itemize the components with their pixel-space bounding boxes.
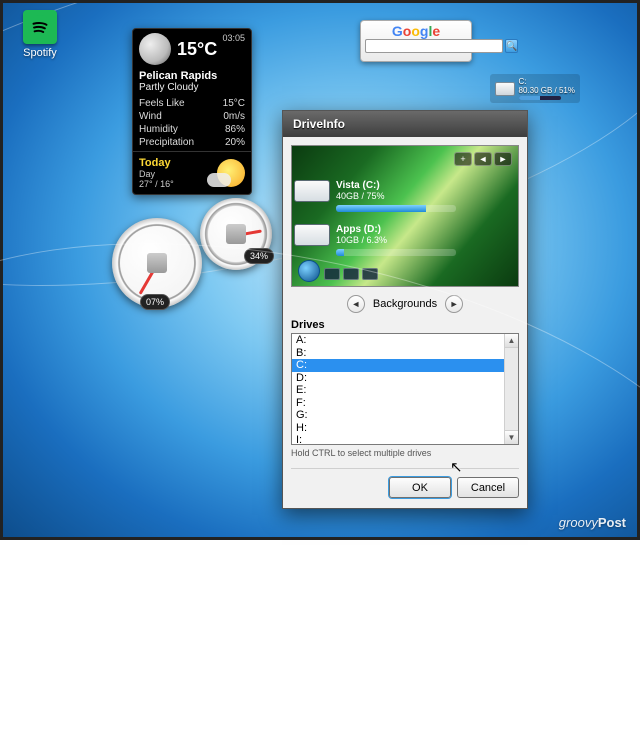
drive-list-item[interactable]: H:: [292, 422, 504, 435]
drive-list-item[interactable]: I:: [292, 434, 504, 444]
preview-drive-1: Vista (C:) 40GB / 75%: [336, 180, 456, 212]
watermark: groovyPost: [559, 515, 626, 530]
disk-icon: [294, 224, 330, 246]
background-label: Backgrounds: [373, 298, 437, 310]
drives-label: Drives: [291, 319, 519, 331]
weather-temp: 15°C: [177, 39, 217, 60]
cpu-gauge-value: 07%: [140, 294, 170, 310]
preview-add-button[interactable]: +: [454, 152, 472, 166]
cpu-gauge: 07%: [112, 218, 202, 308]
drives-listbox[interactable]: A:B:C:D:E:F:G:H:I:J: ▲ ▼: [291, 333, 519, 445]
dialog-title[interactable]: DriveInfo: [283, 111, 527, 137]
scroll-down-button[interactable]: ▼: [505, 430, 518, 444]
driveinfo-dialog: DriveInfo + ◄ ► Vista (C:) 40GB / 75% Ap…: [282, 110, 528, 509]
preview-drive-1-name: Vista (C:): [336, 180, 380, 191]
feelslike-label: Feels Like: [139, 97, 185, 110]
preview-drive-2-name: Apps (D:): [336, 224, 381, 235]
wind-value: 0m/s: [223, 110, 245, 123]
cursor-icon: ↖: [450, 458, 463, 476]
preview-drive-1-bar: [336, 205, 456, 212]
preview-drive-2-meta: 10GB / 6.3%: [336, 235, 387, 245]
preview-drive-2-bar: [336, 249, 456, 256]
moon-icon: [139, 33, 171, 65]
ram-gauge-value: 34%: [244, 248, 274, 264]
preview-drive-1-meta: 40GB / 75%: [336, 191, 385, 201]
feelslike-value: 15°C: [223, 97, 245, 110]
ok-button[interactable]: OK: [389, 477, 451, 498]
sun-icon: [217, 159, 245, 187]
google-search-button[interactable]: 🔍: [505, 39, 518, 53]
weather-location: Pelican Rapids: [133, 67, 251, 82]
precip-value: 20%: [225, 136, 245, 149]
google-logo: Google: [365, 23, 467, 39]
disk-icon: [294, 180, 330, 202]
preview-taskbar-icons: [324, 268, 378, 280]
google-search-input[interactable]: [365, 39, 503, 53]
drive-list-item[interactable]: C:: [292, 359, 504, 372]
today-sub: Day: [139, 169, 155, 179]
today-hilo: 27° / 16°: [139, 179, 174, 189]
today-label: Today: [139, 157, 174, 169]
desktop-icon-label: Spotify: [12, 47, 68, 59]
drives-scrollbar[interactable]: ▲ ▼: [504, 334, 518, 444]
cancel-button[interactable]: Cancel: [457, 477, 519, 498]
background-next-button[interactable]: ►: [445, 295, 463, 313]
drive-list-item[interactable]: F:: [292, 397, 504, 410]
preview-pane: + ◄ ► Vista (C:) 40GB / 75% Apps (D:) 10…: [291, 145, 519, 287]
start-orb-icon: [298, 260, 320, 282]
drive-list-item[interactable]: B:: [292, 347, 504, 360]
drive-list-item[interactable]: G:: [292, 409, 504, 422]
preview-drive-2: Apps (D:) 10GB / 6.3%: [336, 224, 456, 256]
precip-label: Precipitation: [139, 136, 194, 149]
preview-prev-button[interactable]: ◄: [474, 152, 492, 166]
desktop-icon-spotify[interactable]: Spotify: [12, 10, 68, 59]
disk-icon: [495, 82, 515, 96]
weather-condition: Partly Cloudy: [133, 82, 251, 97]
drive-list-item[interactable]: E:: [292, 384, 504, 397]
preview-next-button[interactable]: ►: [494, 152, 512, 166]
mini-drive-label: C:: [519, 77, 575, 86]
drives-hint: Hold CTRL to select multiple drives: [291, 448, 519, 458]
ram-gauge: 34%: [200, 198, 272, 270]
mini-drive-meta: 80.30 GB / 51%: [519, 86, 575, 95]
wind-label: Wind: [139, 110, 162, 123]
background-prev-button[interactable]: ◄: [347, 295, 365, 313]
drive-list-item[interactable]: A:: [292, 334, 504, 347]
google-gadget[interactable]: Google 🔍: [360, 20, 472, 62]
spotify-icon: [23, 10, 57, 44]
weather-gadget[interactable]: 15°C 03:05 Pelican Rapids Partly Cloudy …: [132, 28, 252, 195]
scroll-up-button[interactable]: ▲: [505, 334, 518, 348]
weather-clock: 03:05: [222, 33, 245, 43]
meter-gadget[interactable]: 34% 07%: [112, 198, 272, 318]
humidity-value: 86%: [225, 123, 245, 136]
mini-drive-bar: [519, 96, 561, 100]
drive-mini-gadget[interactable]: C: 80.30 GB / 51%: [490, 74, 580, 103]
humidity-label: Humidity: [139, 123, 178, 136]
drive-list-item[interactable]: D:: [292, 372, 504, 385]
